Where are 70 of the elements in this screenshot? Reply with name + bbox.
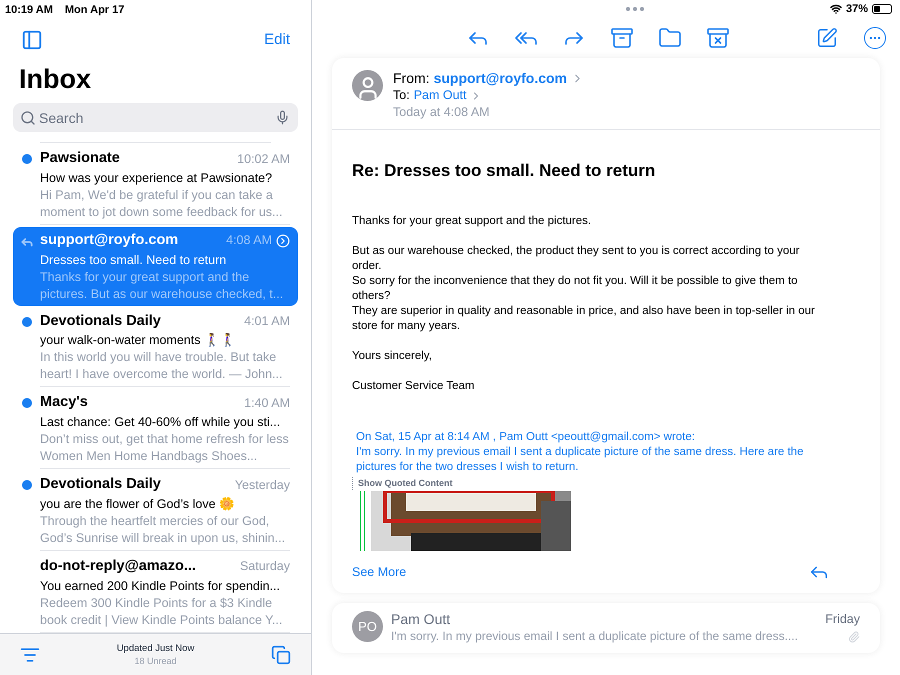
quote-text: I'm sorry. In my previous email I sent a duplicate picture of the same dress. Here are the pictures for the two dresses I wish to return. (356, 444, 804, 474)
to-label: To: (393, 87, 410, 104)
sidebar-toggle-icon[interactable] (21, 28, 43, 51)
sender: support@royfo.com (40, 230, 178, 250)
preview: Through the heartfelt mercies of our God, God’s Sunrise will break in upon us, shinin... (40, 512, 286, 547)
search-field[interactable]: Search (13, 103, 298, 132)
message-row[interactable]: Devotionals Daily Yesterday you are the flower of God’s love 🌼 Through the heartfelt mercies of our God, God’s Sunrise will break in upon us, shinin... (13, 471, 298, 551)
inbox-title: Inbox (18, 63, 92, 95)
subject: You earned 200 Kindle Points for spendin... (40, 578, 281, 594)
details-icon[interactable] (276, 234, 290, 248)
status-time: 10:19 AM (5, 3, 53, 18)
archive-icon[interactable] (610, 26, 634, 50)
sender-link[interactable]: support@royfo.com (434, 70, 567, 87)
preview: In this world you will have trouble. But take heart! I have overcome the world. — John... (40, 349, 284, 384)
updated-status: Updated Just Now (116, 642, 194, 654)
edit-button[interactable]: Edit (264, 28, 290, 51)
search-icon (20, 110, 36, 126)
recipient-link[interactable]: Pam Outt (414, 87, 466, 104)
more-icon[interactable] (864, 27, 886, 49)
sender: do-not-reply@amazo... (40, 556, 196, 576)
subject: your walk-on-water moments 🚶‍♀🚶‍♀ (40, 332, 237, 350)
preview: Hi Pam, We'd be grateful if you can take a moment to jot down some feedback for us... (40, 186, 284, 221)
previous-preview: I'm sorry. In my previous email I sent a duplicate picture of the same dress.... (391, 628, 798, 645)
unread-count: 18 Unread (134, 654, 177, 666)
initials-avatar: PO (352, 611, 383, 642)
time: 4:08 AM (226, 232, 272, 250)
preview: Redeem 300 Kindle Points for a $3 Kindle book credit | View Kindle Points balance Y... (40, 594, 284, 628)
previous-sender: Pam Outt (391, 611, 450, 628)
trash-box-icon[interactable] (706, 26, 730, 50)
message-row[interactable]: Pawsionate 10:02 AM How was your experience at Pawsionate? Hi Pam, We'd be grateful if you can take a moment to jot down some feedback for us... (13, 145, 298, 225)
wifi-icon (830, 3, 842, 15)
previous-message-card[interactable]: PO Pam Outt Friday I'm sorry. In my previous email I sent a duplicate picture of the same dress.... (332, 603, 880, 653)
sender: Devotionals Daily (40, 312, 161, 330)
sender: Macy's (40, 393, 88, 412)
time: 4:01 AM (244, 313, 290, 330)
compose-icon[interactable] (816, 27, 838, 49)
sender: Pawsionate (40, 149, 120, 168)
subject: Last chance: Get 40-60% off while you sti... (40, 414, 282, 431)
body-paragraph: Yours sincerely, (352, 348, 433, 364)
subject: How was your experience at Pawsionate? (40, 170, 274, 187)
status-date: Mon Apr 17 (64, 3, 124, 18)
windows-icon[interactable] (271, 644, 291, 664)
message-date: Today at 4:08 AM (393, 104, 491, 121)
show-quoted-button[interactable]: Show Quoted Content (352, 476, 452, 490)
see-more-link[interactable]: See More (352, 562, 406, 582)
subject: Dresses too small. Need to return (40, 252, 228, 268)
time: 1:40 AM (244, 394, 290, 412)
message-subject: Re: Dresses too small. Need to return (352, 160, 656, 182)
time: 10:02 AM (237, 150, 290, 168)
time: Saturday (240, 558, 290, 576)
microphone-icon[interactable] (275, 110, 290, 125)
message-row[interactable]: support@royfo.com 4:08 AM Dresses too small. Need to return Thanks for your great support and the pictures. But as our warehouse checked, t... (13, 226, 298, 306)
battery-icon (872, 4, 892, 14)
sender: Devotionals Daily (40, 475, 161, 494)
body-paragraph: But as our warehouse checked, the product they sent to you is correct according to your order. So sorry for the inconvenience that they do not fit you. Will it be possible to give them to others? They are superior in quality and reasonable in price, and also have been in top-seller in our store for many years. (352, 244, 816, 334)
from-label: From: (393, 70, 430, 87)
subject: you are the flower of God’s love 🌼 (40, 496, 236, 513)
battery-percent: 37% (846, 2, 868, 17)
preview: Don’t miss out, get that home refresh for less Women Men Home Handbags Shoes... (40, 431, 290, 465)
preview: Thanks for your great support and the pictures. But as our warehouse checked, t... (40, 268, 284, 302)
body-paragraph: Customer Service Team (352, 378, 476, 394)
message-row[interactable]: Devotionals Daily 4:01 AM your walk-on-water moments 🚶‍♀🚶‍♀ In this world you will have trouble. But take heart! I have overcome the world. — John... (13, 308, 298, 388)
quote-header: On Sat, 15 Apr at 8:14 AM , Pam Outt <peoutt@gmail.com> wrote: (356, 430, 696, 444)
time: Yesterday (234, 476, 290, 494)
folder-icon[interactable] (658, 26, 682, 50)
message-row[interactable]: Macy's 1:40 AM Last chance: Get 40-60% off while you sti... Don’t miss out, get that home refresh for less Women Men Home Handbags Shoes... (13, 389, 298, 469)
multitasking-dots-icon[interactable] (626, 7, 644, 11)
avatar-icon (352, 70, 383, 101)
body-paragraph: Thanks for your great support and the pictures. (352, 214, 592, 228)
previous-time: Friday (825, 611, 860, 628)
